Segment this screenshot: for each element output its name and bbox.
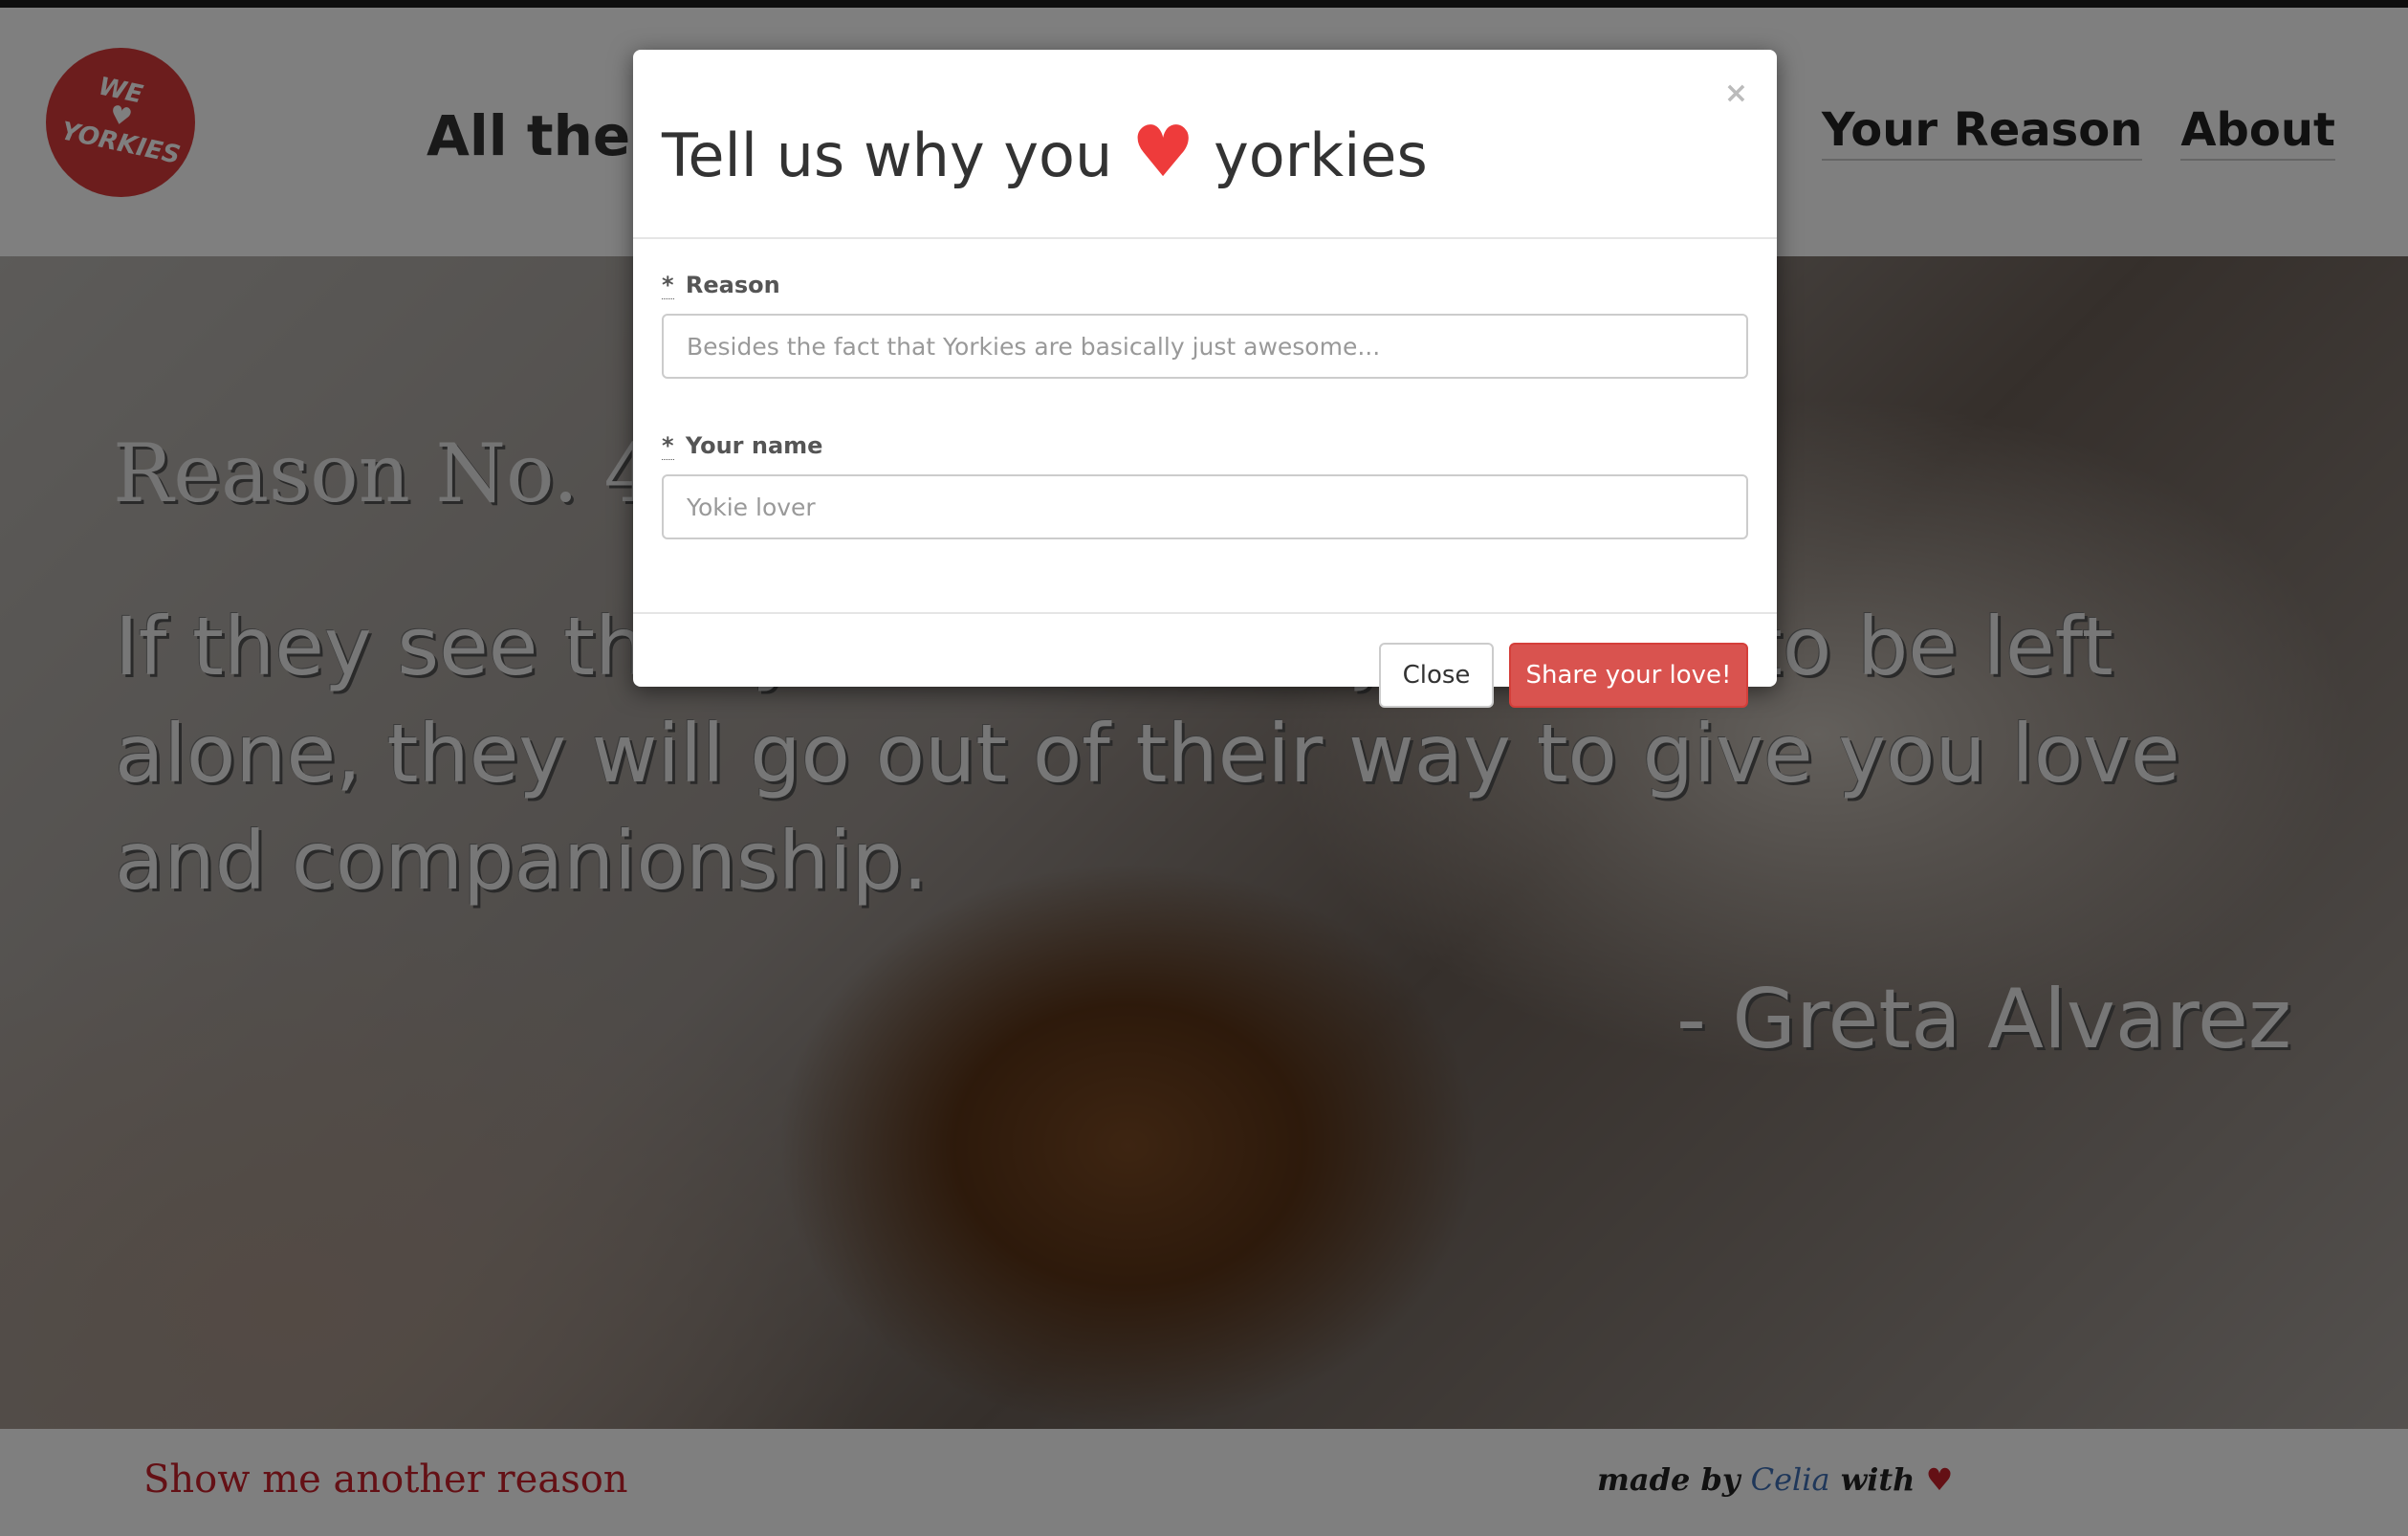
your-name-label: * Your name: [662, 432, 1748, 460]
reason-input[interactable]: [662, 314, 1748, 379]
reason-label-text: Reason: [685, 272, 780, 298]
required-marker: *: [662, 432, 674, 460]
share-reason-modal: × Tell us why you ♥ yorkies * Reason * Y…: [633, 50, 1777, 708]
required-marker: *: [662, 272, 674, 299]
your-name-input[interactable]: [662, 474, 1748, 539]
your-name-label-text: Your name: [685, 432, 823, 459]
modal-body: * Reason * Your name: [662, 272, 1748, 593]
modal-header: × Tell us why you ♥ yorkies: [633, 50, 1777, 239]
heart-icon: ♥: [1131, 111, 1195, 193]
modal-title: Tell us why you ♥ yorkies: [662, 111, 1428, 193]
modal-footer: Close Share your love!: [633, 612, 1777, 708]
modal-title-text-end: yorkies: [1214, 121, 1428, 190]
close-button[interactable]: Close: [1379, 643, 1494, 708]
reason-label: * Reason: [662, 272, 1748, 299]
share-your-love-button[interactable]: Share your love!: [1509, 643, 1748, 708]
close-icon[interactable]: ×: [1724, 77, 1748, 110]
modal-title-text-start: Tell us why you: [662, 121, 1113, 190]
